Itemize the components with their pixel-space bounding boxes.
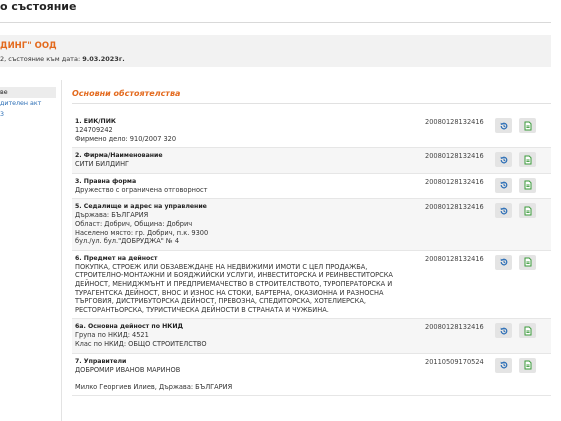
circumstance-title: 6а. Основна дейност по НКИД [75,323,184,331]
document-button[interactable] [519,177,536,193]
circumstance-title: 5. Седалище и адрес на управление [75,203,207,211]
history-icon [499,257,509,267]
circumstance-value: ДЕЙНОСТ, МЕНИДЖМЪНТ И ПРЕДПРИЕМАЧЕСТВО В… [75,279,393,288]
document-button[interactable] [519,254,536,270]
history-icon [499,121,509,131]
circumstance-value: ДОБРОМИР ИВАНОВ МАРИНОВ [75,365,181,374]
company-state-date: 9.03.2023г. [82,55,125,63]
history-icon [499,155,509,165]
header-divider [0,22,551,23]
entry-number: 20080128132416 [425,203,484,212]
history-button[interactable] [495,177,512,193]
circumstance-content: 7. Управители ДОБРОМИР ИВАНОВ МАРИНОВ Мил… [72,354,415,396]
circumstance-value: Държава: БЪЛГАРИЯ [75,211,149,220]
circumstance-value: СИТИ БИЛДИНГ [75,160,130,169]
page-title: о състояние [0,0,77,13]
history-button[interactable] [495,118,512,133]
section-divider [72,103,551,104]
circumstance-content: 6. Предмет на дейност ПОКУПКА, СТРОЕЖ ИЛИ… [72,251,415,319]
circumstance-content: 3. Правна форма Дружество с ограничена от… [72,174,415,199]
history-icon [499,326,509,336]
document-button[interactable] [519,118,536,133]
company-state-prefix: 2, състояние към дата: [0,55,81,63]
circumstance-value: Фирмено дело: 910/2007 320 [75,134,177,143]
section-title: Основни обстоятелства [72,89,181,98]
history-icon [499,206,509,216]
circumstance-value: СТРОИТЕЛНО-МОНТАЖНИ И БОЯДЖИЙСКИ УСЛУГИ,… [75,271,393,280]
circumstance-row: 1. ЕИК/ПИК 124709242 Фирмено дело: 910/200… [72,114,551,149]
circumstance-value: ТУРАГЕНТСКА ДЕЙНОСТ, ВНОС И ИЗНОС НА СТО… [75,288,384,297]
document-button[interactable] [519,203,536,219]
history-icon [499,180,509,190]
circumstance-content: 2. Фирма/Наименование СИТИ БИЛДИНГ [72,148,415,173]
circumstance-value: бул./ул. бул."ДОБРУДЖА" № 4 [75,237,180,246]
entry-number: 20080128132416 [425,177,484,186]
circumstance-title: 3. Правна форма [75,177,137,185]
entry-number: 20080128132416 [425,254,484,263]
circumstance-value: 124709242 [75,126,113,134]
circumstance-value: ТЪРГОВИЯ, ДИСТРИБУТОРСКА ДЕЙНОСТ, ПРЕВОЗ… [75,297,366,306]
circumstance-row: 3. Правна форма Дружество с ограничена от… [72,174,551,200]
sidebar-item-active[interactable]: ве [0,87,56,98]
circumstance-value: Област: Добрич, Община: Добрич [75,219,193,228]
document-button[interactable] [519,357,536,373]
document-icon [523,360,533,370]
sidebar-item-3[interactable]: 3 [0,109,56,120]
entry-number: 20110509170524 [425,357,484,366]
circumstance-title: 2. Фирма/Наименование [75,152,163,160]
entry-number: 20080128132416 [425,152,484,161]
circumstance-title: 7. Управители [75,357,127,365]
history-icon [499,360,509,370]
column-divider [61,80,62,421]
document-icon [523,326,533,336]
document-icon [523,121,533,131]
sidebar: ве дителен акт 3 [0,87,56,120]
document-button[interactable] [519,152,536,168]
document-icon [523,180,533,190]
circumstance-title: 6. Предмет на дейност [75,254,158,262]
history-button[interactable] [495,152,512,168]
document-icon [523,206,533,216]
history-button[interactable] [495,357,512,373]
circumstance-content: 1. ЕИК/ПИК 124709242 Фирмено дело: 910/200… [72,114,415,147]
circumstance-row: 6а. Основна дейност по НКИД Група по НКИД… [72,319,551,354]
document-icon [523,155,533,165]
company-state-line: 2, състояние към дата: 9.03.2023г. [0,55,125,63]
document-button[interactable] [519,323,536,339]
company-summary: ДИНГ" ООД 2, състояние към дата: 9.03.20… [0,35,551,67]
history-button[interactable] [495,203,512,219]
circumstance-content: 6а. Основна дейност по НКИД Група по НКИД… [72,319,415,352]
circumstances-list: 1. ЕИК/ПИК 124709242 Фирмено дело: 910/200… [72,114,551,397]
circumstance-value: Дружество с ограничена отговорност [75,185,208,194]
circumstance-value: РЕСТОРАНТЬОРСКА, ТУРИСТИЧЕСКА ДЕЙНОСТИ В… [75,305,329,314]
circumstance-title: 1. ЕИК/ПИК [75,118,116,125]
circumstance-row: 7. Управители ДОБРОМИР ИВАНОВ МАРИНОВ Мил… [72,354,551,397]
document-icon [523,257,533,267]
circumstance-value: Милко Георгиев Илиев, Държава: БЪЛГАРИЯ [75,382,233,391]
sidebar-item-founding-act[interactable]: дителен акт [0,98,56,109]
circumstance-value [75,374,415,383]
entry-number: 20080128132416 [425,323,484,332]
entry-number: 20080128132416 [425,118,484,126]
circumstance-row: 6. Предмет на дейност ПОКУПКА, СТРОЕЖ ИЛИ… [72,251,551,320]
circumstance-row: 5. Седалище и адрес на управление Държава… [72,199,551,251]
circumstance-row: 2. Фирма/Наименование СИТИ БИЛДИНГ 2008012… [72,148,551,174]
circumstance-value: Населено място: гр. Добрич, п.к. 9300 [75,228,209,237]
history-button[interactable] [495,254,512,270]
company-name: ДИНГ" ООД [0,41,57,51]
circumstance-value: Клас по НКИД: ОБЩО СТРОИТЕЛСТВО [75,339,207,348]
circumstance-value: Група по НКИД: 4521 [75,331,149,340]
history-button[interactable] [495,323,512,339]
circumstance-content: 5. Седалище и адрес на управление Държава… [72,199,415,249]
